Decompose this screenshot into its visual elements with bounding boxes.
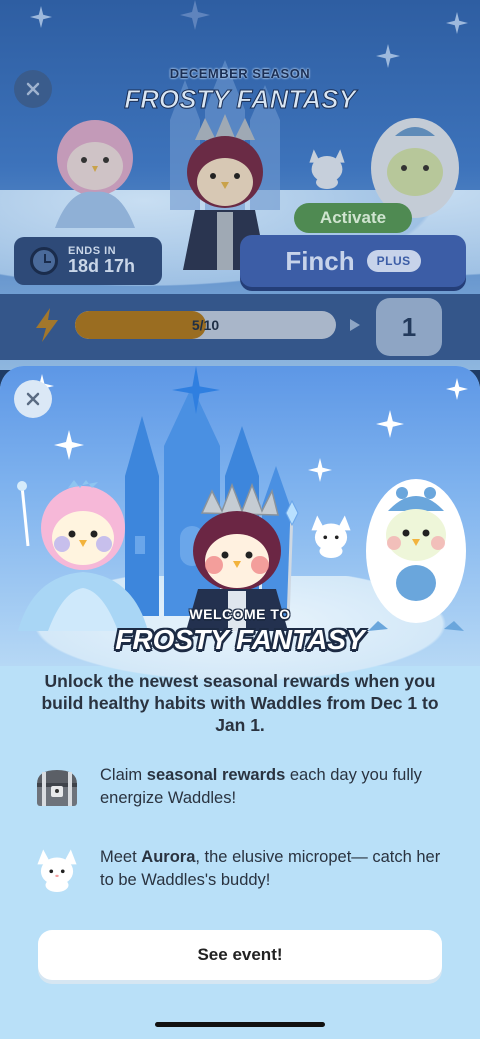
- sparkle-icon: [446, 12, 468, 34]
- level-indicator: 1: [376, 298, 442, 356]
- sparkle-icon: [172, 366, 220, 414]
- finch-plus-button[interactable]: Finch PLUS: [240, 235, 466, 287]
- ends-in-value: 18d 17h: [68, 256, 136, 277]
- feature-rewards: Claim seasonal rewards each day you full…: [34, 764, 454, 810]
- close-button[interactable]: [14, 380, 52, 418]
- finch-label: Finch: [285, 245, 355, 276]
- fox-micropet-icon: [309, 149, 345, 189]
- season-label: DECEMBER SEASON: [169, 66, 311, 81]
- intro-text: Unlock the newest seasonal rewards when …: [41, 671, 439, 735]
- sparkle-icon: [446, 378, 468, 400]
- plus-badge: PLUS: [366, 250, 421, 272]
- sparkle-icon: [376, 410, 404, 438]
- pink-penguin-princess-icon: [55, 120, 135, 228]
- clock-icon: [30, 247, 58, 275]
- feature-rewards-text: Claim seasonal rewards each day you full…: [100, 766, 422, 807]
- feature-aurora-text: Meet Aurora, the elusive micropet— catch…: [100, 848, 441, 889]
- sparkle-icon: [30, 6, 52, 28]
- see-event-button[interactable]: See event!: [38, 930, 442, 980]
- hero-illustration: WELCOME TO FROSTY FANTASY: [0, 366, 480, 696]
- activate-badge[interactable]: Activate: [294, 203, 412, 233]
- sparkle-icon: [376, 44, 400, 68]
- fox-micropet-icon: [37, 849, 77, 892]
- close-icon: [26, 392, 40, 406]
- sparkle-icon: [180, 0, 210, 30]
- event-title: FROSTY FANTASY: [115, 624, 365, 655]
- ends-in-timer: ENDS IN 18d 17h: [14, 237, 162, 285]
- welcome-label: WELCOME TO: [189, 606, 291, 622]
- welcome-modal: WELCOME TO FROSTY FANTASY Unlock the new…: [0, 366, 480, 1039]
- season-title: FROSTY FANTASY: [124, 84, 357, 115]
- energy-progress-label: 5/10: [191, 317, 220, 333]
- home-indicator[interactable]: [155, 1022, 325, 1027]
- treasure-chest-icon: [37, 770, 77, 806]
- fox-micropet-icon: [311, 515, 351, 558]
- sparkle-icon: [54, 430, 84, 460]
- lightning-bolt-icon: [36, 308, 58, 342]
- feature-aurora: Meet Aurora, the elusive micropet— catch…: [34, 846, 454, 892]
- arrow-right-icon: [350, 319, 360, 331]
- sparkle-icon: [308, 458, 332, 482]
- energy-progress-bar: 5/10: [75, 311, 336, 339]
- energy-progress-row: 5/10 1: [0, 294, 480, 360]
